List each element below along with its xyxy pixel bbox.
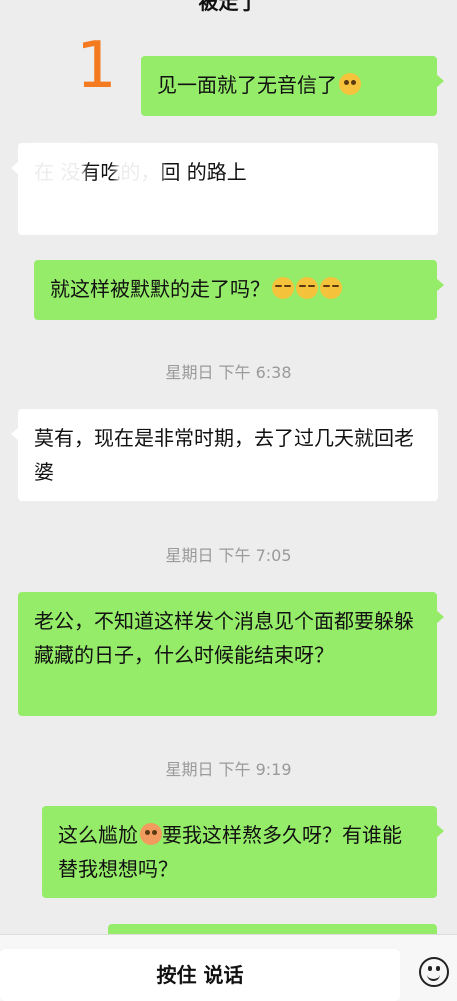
redaction-mask — [28, 145, 84, 187]
message-text: 莫有，现在是非常时期，去了过几天就回老婆 — [34, 426, 414, 484]
flushed-face-emoji-icon — [140, 823, 162, 845]
smiley-face-icon[interactable] — [419, 957, 449, 987]
message-bubble-incoming[interactable]: 在 没有吃的，回 的路上 — [11, 143, 438, 235]
hold-to-talk-button[interactable]: 按住 说话 — [0, 949, 400, 1001]
redaction-mask — [48, 187, 78, 223]
smirk-face-emoji-icon — [272, 277, 294, 299]
message-bubble-incoming[interactable]: 莫有，现在是非常时期，去了过几天就回老婆 — [11, 409, 438, 501]
chat-header: 被走了 — [0, 0, 457, 24]
message-text: 这么尴尬 — [58, 823, 138, 847]
message-bubble-outgoing[interactable]: 老公，不知道这样发个消息见个面都要躲躲藏藏的日子，什么时候能结束呀？ — [18, 592, 444, 716]
message-text: 老公，不知道这样发个消息见个面都要躲躲藏藏的日子，什么时候能结束呀？ — [34, 609, 414, 667]
smirk-face-emoji-icon — [296, 277, 318, 299]
message-bubble-outgoing[interactable]: 就这样被默默的走了吗？ — [34, 260, 444, 320]
timestamp: 星期日 下午 7:05 — [165, 546, 292, 565]
input-bar: 按住 说话 — [0, 934, 457, 1001]
message-text: 见一面就了无音信了 — [157, 73, 337, 97]
smirk-face-emoji-icon — [320, 277, 342, 299]
message-bubble-outgoing[interactable]: 这么尴尬 要我这样熬多久呀？有谁能替我想想吗？ — [42, 806, 444, 898]
flushed-face-emoji-icon — [339, 73, 361, 95]
redaction-mask — [116, 149, 162, 187]
annotation-number: 1 — [76, 29, 117, 103]
chat-title: 被走了 — [198, 0, 259, 14]
message-text: 就这样被默默的走了吗？ — [50, 277, 270, 301]
timestamp: 星期日 下午 9:19 — [165, 760, 292, 779]
timestamp: 星期日 下午 6:38 — [165, 363, 292, 382]
message-bubble-outgoing[interactable]: 见一面就了无音信了 — [141, 56, 444, 116]
redaction-mask — [306, 149, 374, 187]
